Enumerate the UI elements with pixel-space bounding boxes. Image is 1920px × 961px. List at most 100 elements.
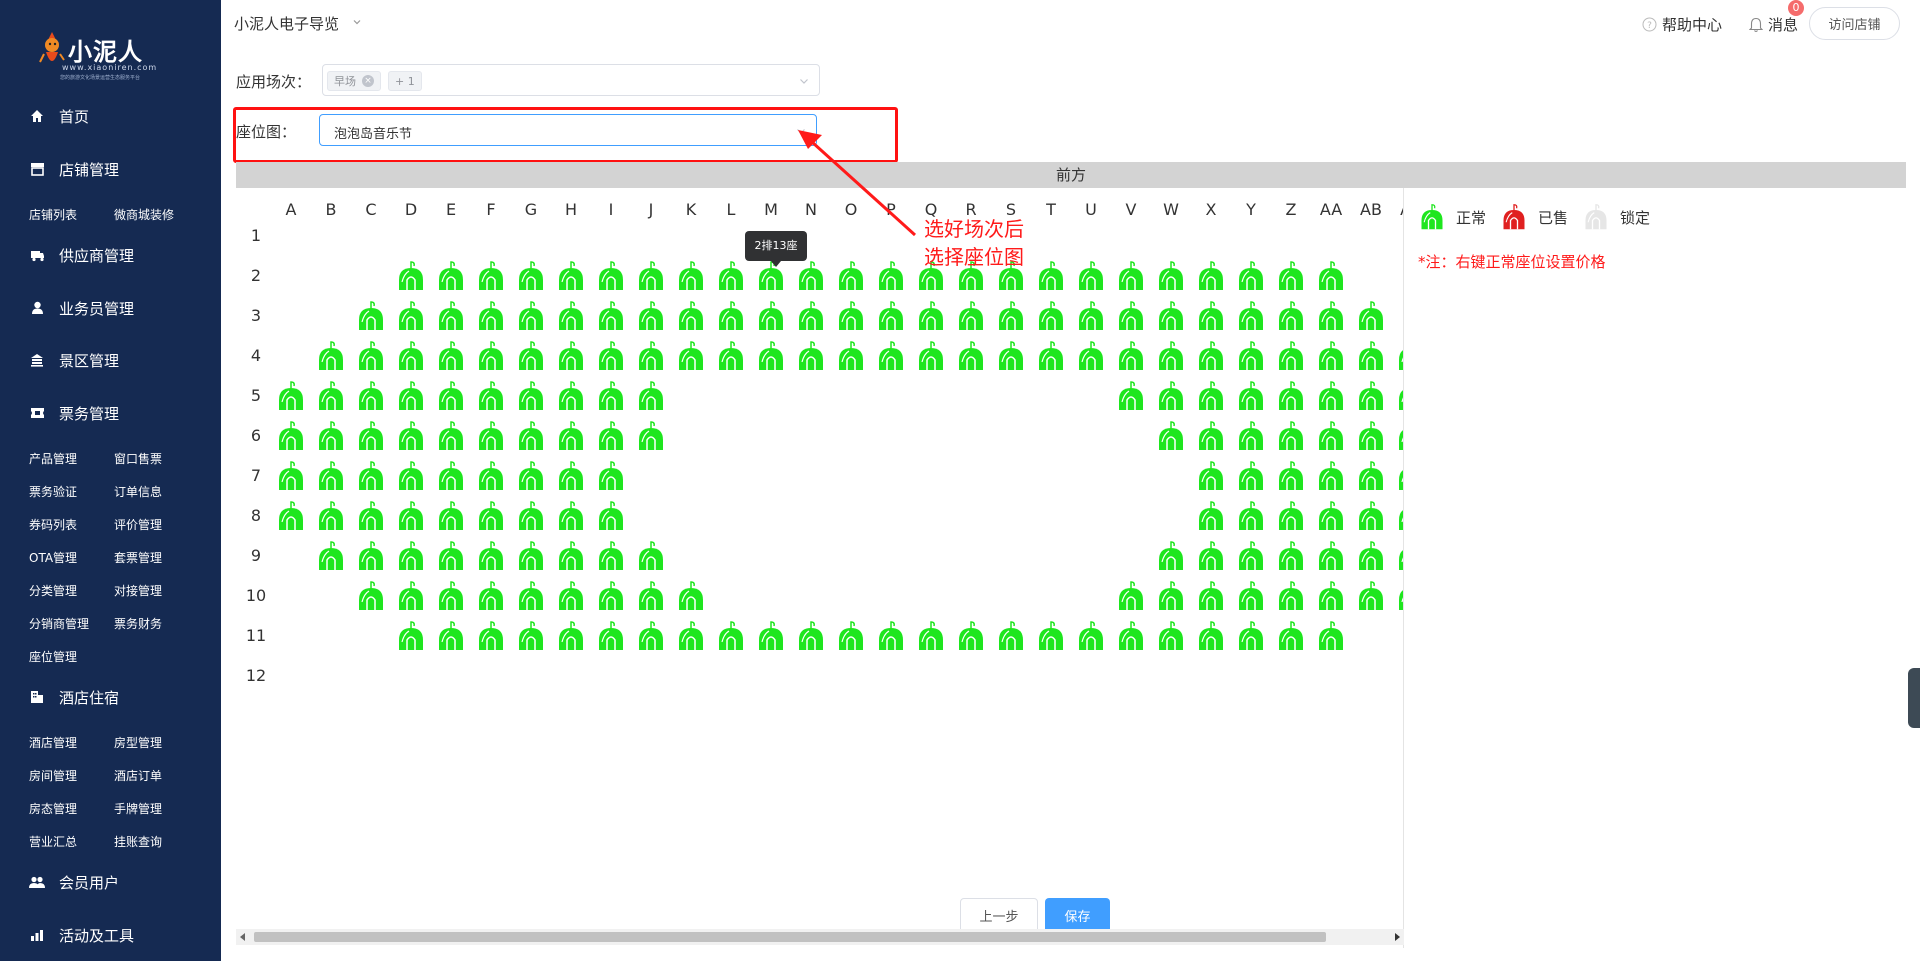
seat[interactable] (1397, 580, 1403, 612)
seat[interactable] (1197, 620, 1225, 652)
seat[interactable] (477, 380, 505, 412)
nav-sub-room-type[interactable]: 房型管理 (114, 734, 162, 751)
nav-shop-management[interactable]: 店铺管理 (0, 152, 221, 186)
messages-link[interactable]: 消息 (1749, 14, 1798, 35)
nav-sub-wristband[interactable]: 手牌管理 (114, 800, 162, 817)
close-icon[interactable]: × (362, 75, 374, 87)
seat[interactable] (677, 580, 705, 612)
seat[interactable] (437, 620, 465, 652)
seat[interactable] (277, 380, 305, 412)
side-float-widget[interactable] (1908, 668, 1920, 728)
nav-sub-ticket-verify[interactable]: 票务验证 (29, 483, 77, 500)
seat[interactable] (597, 620, 625, 652)
seat[interactable] (717, 340, 745, 372)
seat[interactable] (357, 500, 385, 532)
seat[interactable] (517, 420, 545, 452)
seat[interactable] (1357, 460, 1385, 492)
seat[interactable] (437, 540, 465, 572)
seat[interactable] (397, 300, 425, 332)
seat[interactable] (517, 260, 545, 292)
seat[interactable] (397, 540, 425, 572)
seat[interactable] (757, 340, 785, 372)
seat[interactable] (477, 500, 505, 532)
seat[interactable] (1237, 420, 1265, 452)
seat[interactable] (1277, 420, 1305, 452)
seat[interactable] (1237, 540, 1265, 572)
seat[interactable] (277, 460, 305, 492)
seat[interactable] (1157, 340, 1185, 372)
seat[interactable] (317, 380, 345, 412)
seat[interactable] (1237, 380, 1265, 412)
seat[interactable] (1197, 260, 1225, 292)
seat[interactable] (1117, 580, 1145, 612)
seat[interactable] (397, 420, 425, 452)
seat[interactable] (597, 580, 625, 612)
seat[interactable] (437, 300, 465, 332)
seat[interactable] (877, 340, 905, 372)
seat[interactable] (1197, 340, 1225, 372)
seat[interactable] (397, 340, 425, 372)
seat[interactable] (1157, 540, 1185, 572)
seat[interactable] (1397, 540, 1403, 572)
nav-activities[interactable]: 活动及工具 (0, 918, 221, 952)
seat[interactable] (357, 340, 385, 372)
seat[interactable] (477, 260, 505, 292)
seat[interactable] (1357, 300, 1385, 332)
seat[interactable] (597, 500, 625, 532)
seat[interactable] (1277, 260, 1305, 292)
seat[interactable] (1317, 300, 1345, 332)
seat[interactable] (437, 260, 465, 292)
seat[interactable] (517, 540, 545, 572)
prev-step-button[interactable]: 上一步 (960, 898, 1038, 933)
seat[interactable] (477, 540, 505, 572)
seat[interactable] (837, 340, 865, 372)
seat[interactable] (1317, 580, 1345, 612)
seat[interactable] (477, 580, 505, 612)
seat[interactable] (1157, 380, 1185, 412)
seat[interactable] (997, 340, 1025, 372)
seat[interactable] (557, 460, 585, 492)
seat[interactable] (1237, 580, 1265, 612)
seat[interactable] (517, 620, 545, 652)
seat[interactable] (397, 460, 425, 492)
seat[interactable] (917, 620, 945, 652)
seat[interactable] (1357, 380, 1385, 412)
seat[interactable] (1197, 380, 1225, 412)
nav-sub-ticket-finance[interactable]: 票务财务 (114, 615, 162, 632)
seat[interactable] (517, 500, 545, 532)
seat[interactable] (677, 620, 705, 652)
seat[interactable] (397, 620, 425, 652)
seat[interactable] (677, 300, 705, 332)
seat[interactable] (717, 300, 745, 332)
seat[interactable] (797, 260, 825, 292)
seat[interactable] (517, 460, 545, 492)
nav-scenic[interactable]: 景区管理 (0, 343, 221, 377)
seat[interactable] (877, 620, 905, 652)
seat[interactable] (357, 540, 385, 572)
nav-sub-distributor[interactable]: 分销商管理 (29, 615, 89, 632)
seat[interactable] (477, 620, 505, 652)
seat[interactable] (1397, 420, 1403, 452)
nav-sub-hotel-mgmt[interactable]: 酒店管理 (29, 734, 77, 751)
seat[interactable] (1357, 340, 1385, 372)
seat[interactable] (557, 500, 585, 532)
seat[interactable] (1157, 580, 1185, 612)
seat[interactable] (1317, 420, 1345, 452)
seat[interactable] (637, 420, 665, 452)
seat[interactable] (317, 340, 345, 372)
horizontal-scrollbar[interactable] (236, 929, 1404, 945)
seat[interactable] (517, 580, 545, 612)
seat[interactable] (397, 260, 425, 292)
seat[interactable] (517, 340, 545, 372)
visit-shop-button[interactable]: 访问店铺 (1809, 7, 1900, 40)
nav-members[interactable]: 会员用户 (0, 865, 221, 899)
seat[interactable] (1157, 420, 1185, 452)
seat[interactable] (437, 580, 465, 612)
seat[interactable] (797, 340, 825, 372)
nav-sub-product[interactable]: 产品管理 (29, 450, 77, 467)
seat[interactable] (1197, 420, 1225, 452)
seat[interactable] (437, 380, 465, 412)
save-button[interactable]: 保存 (1045, 898, 1110, 933)
seat[interactable] (637, 260, 665, 292)
seat[interactable] (1037, 340, 1065, 372)
